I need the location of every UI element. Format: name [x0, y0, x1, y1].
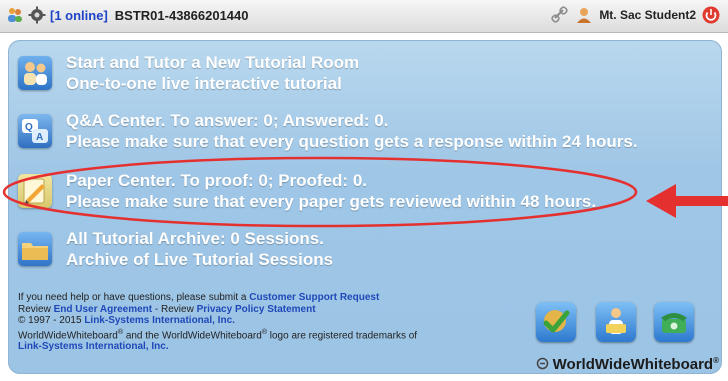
session-id: BSTR01-43866201440: [114, 7, 249, 23]
menu-item-paper-center[interactable]: Paper Center. To proof: 0; Proofed: 0. P…: [18, 170, 596, 212]
company-link[interactable]: Link-Systems International, Inc.: [18, 341, 169, 352]
brand-mark: ®: [713, 356, 719, 365]
user-avatar-icon[interactable]: [575, 6, 593, 24]
menu-item-title[interactable]: Paper Center. To proof: 0; Proofed: 0.: [66, 170, 596, 191]
footer-info: If you need help or have questions, plea…: [18, 292, 498, 353]
tutorial-room-icon[interactable]: [18, 56, 52, 90]
top-bar-right: Mt. Sac Student2: [551, 6, 720, 24]
trademark-text: and the WorldWideWhiteboard: [125, 329, 262, 341]
svg-text:Q: Q: [25, 122, 33, 133]
trademark-text: WorldWideWhiteboard: [18, 329, 118, 341]
menu-item-title[interactable]: Q&A Center. To answer: 0; Answered: 0.: [66, 110, 638, 131]
trademark-text: logo are registered trademarks of: [269, 329, 418, 341]
review-text: - Review: [154, 303, 194, 315]
globe-check-icon: [543, 310, 570, 333]
privacy-policy-link[interactable]: Privacy Policy Statement: [197, 304, 316, 315]
menu-item-subtitle: Please make sure that every question get…: [66, 132, 638, 151]
power-icon[interactable]: [702, 6, 720, 24]
copyright-text: © 1997 - 2015: [18, 315, 82, 326]
customer-support-link[interactable]: Customer Support Request: [249, 292, 379, 303]
online-status: [1 online]: [50, 7, 108, 23]
registered-mark: ®: [117, 328, 124, 336]
top-bar-left: [1 online] BSTR01-43866201440: [6, 6, 249, 24]
person-reading-icon: [606, 308, 626, 334]
gear-icon[interactable]: [28, 6, 46, 24]
archive-folder-icon[interactable]: [18, 232, 52, 266]
menu-item-title[interactable]: All Tutorial Archive: 0 Sessions.: [66, 228, 333, 249]
brand-name: WorldWideWhiteboard: [552, 356, 714, 373]
help-text: If you need help or have questions, plea…: [18, 292, 247, 303]
menu-item-title[interactable]: Start and Tutor a New Tutorial Room: [66, 52, 359, 73]
main-panel: Start and Tutor a New Tutorial Room One-…: [8, 40, 722, 374]
menu-item-subtitle: Archive of Live Tutorial Sessions: [66, 250, 334, 269]
menu-item-new-tutorial[interactable]: Start and Tutor a New Tutorial Room One-…: [18, 52, 359, 94]
registered-mark: ®: [261, 328, 267, 336]
menu-item-subtitle: Please make sure that every paper gets r…: [66, 192, 597, 211]
menu-item-qa-center[interactable]: Q A Q&A Center. To answer: 0; Answered: …: [18, 110, 638, 152]
people-icon[interactable]: [6, 6, 24, 24]
end-user-agreement-link[interactable]: End User Agreement: [54, 304, 153, 315]
qa-icon[interactable]: Q A: [18, 114, 52, 148]
company-link[interactable]: Link-Systems International, Inc.: [84, 315, 235, 326]
menu-item-subtitle: One-to-one live interactive tutorial: [66, 74, 342, 93]
reader-button[interactable]: [596, 302, 636, 342]
link-icon[interactable]: [551, 6, 569, 24]
check-button[interactable]: [536, 302, 576, 342]
top-bar: [1 online] BSTR01-43866201440 Mt. Sac St…: [0, 0, 728, 33]
svg-text:A: A: [36, 132, 43, 143]
review-text: Review: [18, 303, 51, 315]
username[interactable]: Mt. Sac Student2: [599, 8, 696, 22]
phone-icon: [661, 313, 687, 333]
menu-item-tutorial-archive[interactable]: All Tutorial Archive: 0 Sessions. Archiv…: [18, 228, 333, 270]
paper-pencil-icon[interactable]: [18, 174, 52, 208]
brand-swirl-icon: [536, 356, 553, 373]
phone-button[interactable]: [654, 302, 694, 342]
brand-logo: WorldWideWhiteboard®: [514, 356, 719, 373]
